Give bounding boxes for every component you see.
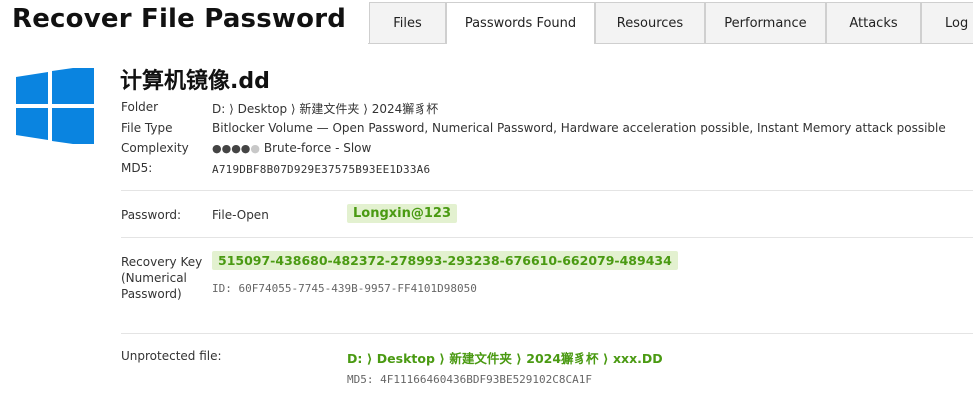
file-type-label: File Type [121, 121, 173, 135]
tab-performance[interactable]: Performance [705, 2, 826, 43]
divider [121, 237, 973, 238]
tab-files-label: Files [393, 15, 422, 31]
password-label: Password: [121, 208, 182, 222]
complexity-value: Brute-force - Slow [263, 141, 372, 155]
recovery-key-id: ID: 60F74055-7745-439B-9957-FF4101D98050 [212, 282, 477, 295]
unprotected-file-md5: MD5: 4F11166460436BDF93BE529102C8CA1F [347, 373, 593, 386]
tab-log-label: Log [945, 15, 969, 31]
folder-label: Folder [121, 100, 159, 114]
recovery-key-label-line2: (Numerical [121, 271, 187, 285]
divider [121, 190, 973, 191]
tab-log[interactable]: Log [921, 2, 973, 43]
divider [121, 333, 973, 334]
password-value[interactable]: Longxin@123 [347, 204, 458, 223]
complexity-label: Complexity [121, 141, 189, 155]
folder-value: D: ⟩ Desktop ⟩ 新建文件夹 ⟩ 2024獬豸杯 [212, 102, 439, 116]
recovery-key-label-line3: Password) [121, 287, 182, 301]
windows-logo-icon [16, 68, 94, 144]
tab-performance-label: Performance [724, 15, 807, 31]
file-name-title: 计算机镜像.dd [120, 69, 270, 94]
recovery-key-label-line1: Recovery Key [121, 255, 203, 269]
app-title: Recover File Password [12, 4, 347, 34]
complexity-indicator: ●●●●● Brute-force - Slow [212, 141, 371, 155]
tab-resources-label: Resources [616, 15, 684, 31]
complexity-dots: ●●●●● [212, 142, 261, 155]
tab-attacks[interactable]: Attacks [826, 2, 921, 43]
file-type-value: Bitlocker Volume — Open Password, Numeri… [212, 121, 946, 135]
tab-passwords-found-label: Passwords Found [464, 16, 577, 31]
tab-files[interactable]: Files [369, 2, 446, 43]
unprotected-file-path[interactable]: D: ⟩ Desktop ⟩ 新建文件夹 ⟩ 2024獬豸杯 ⟩ xxx.DD [347, 348, 663, 367]
tab-passwords-found[interactable]: Passwords Found [446, 2, 595, 44]
recovery-key-value[interactable]: 515097-438680-482372-278993-293238-67661… [212, 251, 678, 270]
tab-resources[interactable]: Resources [595, 2, 705, 43]
md5-value: A719DBF8B07D929E37575B93EE1D33A6 [212, 163, 431, 176]
password-kind: File-Open [212, 208, 269, 222]
tab-attacks-label: Attacks [849, 15, 898, 31]
unprotected-file-label: Unprotected file: [121, 349, 222, 363]
top-bar: Recover File Password Files Passwords Fo… [0, 0, 973, 44]
md5-label: MD5: [121, 161, 153, 175]
